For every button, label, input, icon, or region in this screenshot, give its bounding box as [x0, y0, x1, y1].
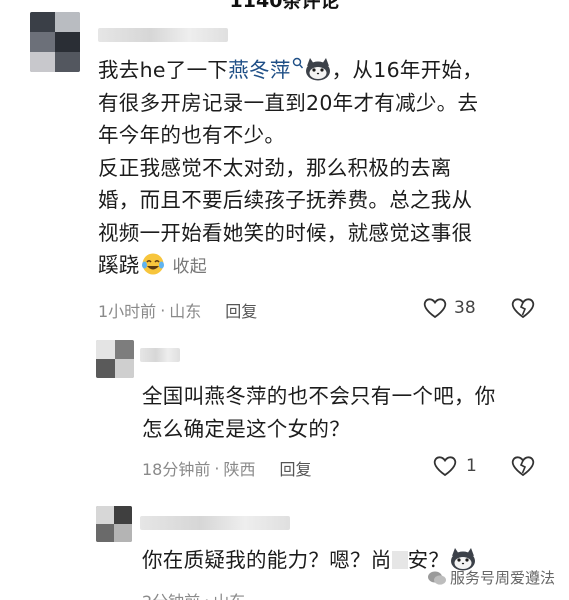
username-blurred[interactable] — [98, 28, 228, 42]
comment-text-segment: 蹊跷 — [98, 253, 140, 277]
like-button[interactable]: 38 — [422, 296, 476, 320]
heart-icon — [433, 456, 457, 477]
separator: · — [204, 590, 210, 600]
username-blurred[interactable] — [140, 348, 180, 362]
comment-text-line: 有很多开房记录一直到20年才有减少。去 — [98, 90, 479, 115]
like-count: 1 — [466, 456, 477, 476]
comment-count-title: 1140条评论 — [229, 0, 340, 12]
separator: · — [160, 300, 166, 320]
watermark: 服务号周爱遵法 — [427, 567, 555, 588]
laugh-cry-emoji-icon — [141, 253, 164, 275]
avatar[interactable] — [30, 12, 80, 72]
timestamp: 2分钟前 — [142, 588, 200, 600]
username-blurred[interactable] — [140, 516, 290, 530]
location-label: 山东 — [213, 588, 245, 600]
wechat-logo-icon — [427, 571, 446, 585]
comment-text-line: 婚，而且不要后续孩子抚养费。总之我从 — [98, 188, 473, 212]
comment-page: 1140条评论 我去he了一下燕冬萍 ，从16年开始， 有很多开房记录一直到20年… — [0, 0, 569, 600]
mention-link[interactable]: 燕冬萍 — [228, 57, 303, 82]
reply-button[interactable]: 回复 — [279, 456, 311, 480]
search-icon — [292, 57, 303, 69]
comment-text-segment: 我去he了一下 — [98, 58, 229, 82]
comment-meta: 2分钟前 · 山东 — [142, 588, 245, 600]
comment-meta: 18分钟前 · 陕西 回复 — [142, 456, 312, 480]
collapse-button[interactable]: 收起 — [172, 257, 207, 277]
mention-label: 燕冬萍 — [228, 58, 291, 82]
timestamp: 18分钟前 — [142, 460, 211, 479]
cat-emoji-icon — [305, 58, 330, 81]
comment-text-line: 反正我感觉不太对劲，那么积极的去离 — [98, 155, 452, 180]
avatar[interactable] — [96, 506, 132, 542]
comment-text: 我去he了一下燕冬萍 ，从16年开始， 有很多开房记录一直到20年才有减少。去 年… — [98, 54, 548, 284]
comment-text: 全国叫燕冬萍的也不会只有一个吧，你 怎么确定是这个女的？ — [142, 380, 552, 445]
avatar[interactable] — [96, 340, 134, 378]
location-label: 山东 — [169, 302, 202, 321]
blurred-text — [391, 551, 408, 569]
heart-icon — [423, 298, 447, 319]
broken-heart-icon[interactable] — [510, 454, 536, 478]
watermark-text: 服务号周爱遵法 — [449, 569, 555, 587]
broken-heart-icon[interactable] — [510, 296, 536, 320]
timestamp: 1小时前 — [98, 302, 157, 321]
comment-text-line: 年今年的也有不少。 — [98, 123, 286, 147]
separator: · — [214, 458, 220, 478]
comment-text-segment: ，从16年开始， — [331, 58, 484, 82]
reply-button[interactable]: 回复 — [225, 298, 257, 322]
like-count: 38 — [454, 298, 476, 318]
comment-meta: 1小时前 · 山东 回复 — [98, 298, 257, 322]
comment-text-line: 全国叫燕冬萍的也不会只有一个吧，你 — [142, 384, 496, 408]
comment-text-line: 怎么确定是这个女的？ — [142, 416, 350, 441]
like-button[interactable]: 1 — [432, 454, 477, 478]
location-label: 陕西 — [223, 460, 256, 479]
comment-text-segment: 你在质疑我的能力？嗯？尚 — [142, 548, 392, 572]
comment-text-line: 视频一开始看她笑的时候，就感觉这事很 — [98, 220, 473, 245]
